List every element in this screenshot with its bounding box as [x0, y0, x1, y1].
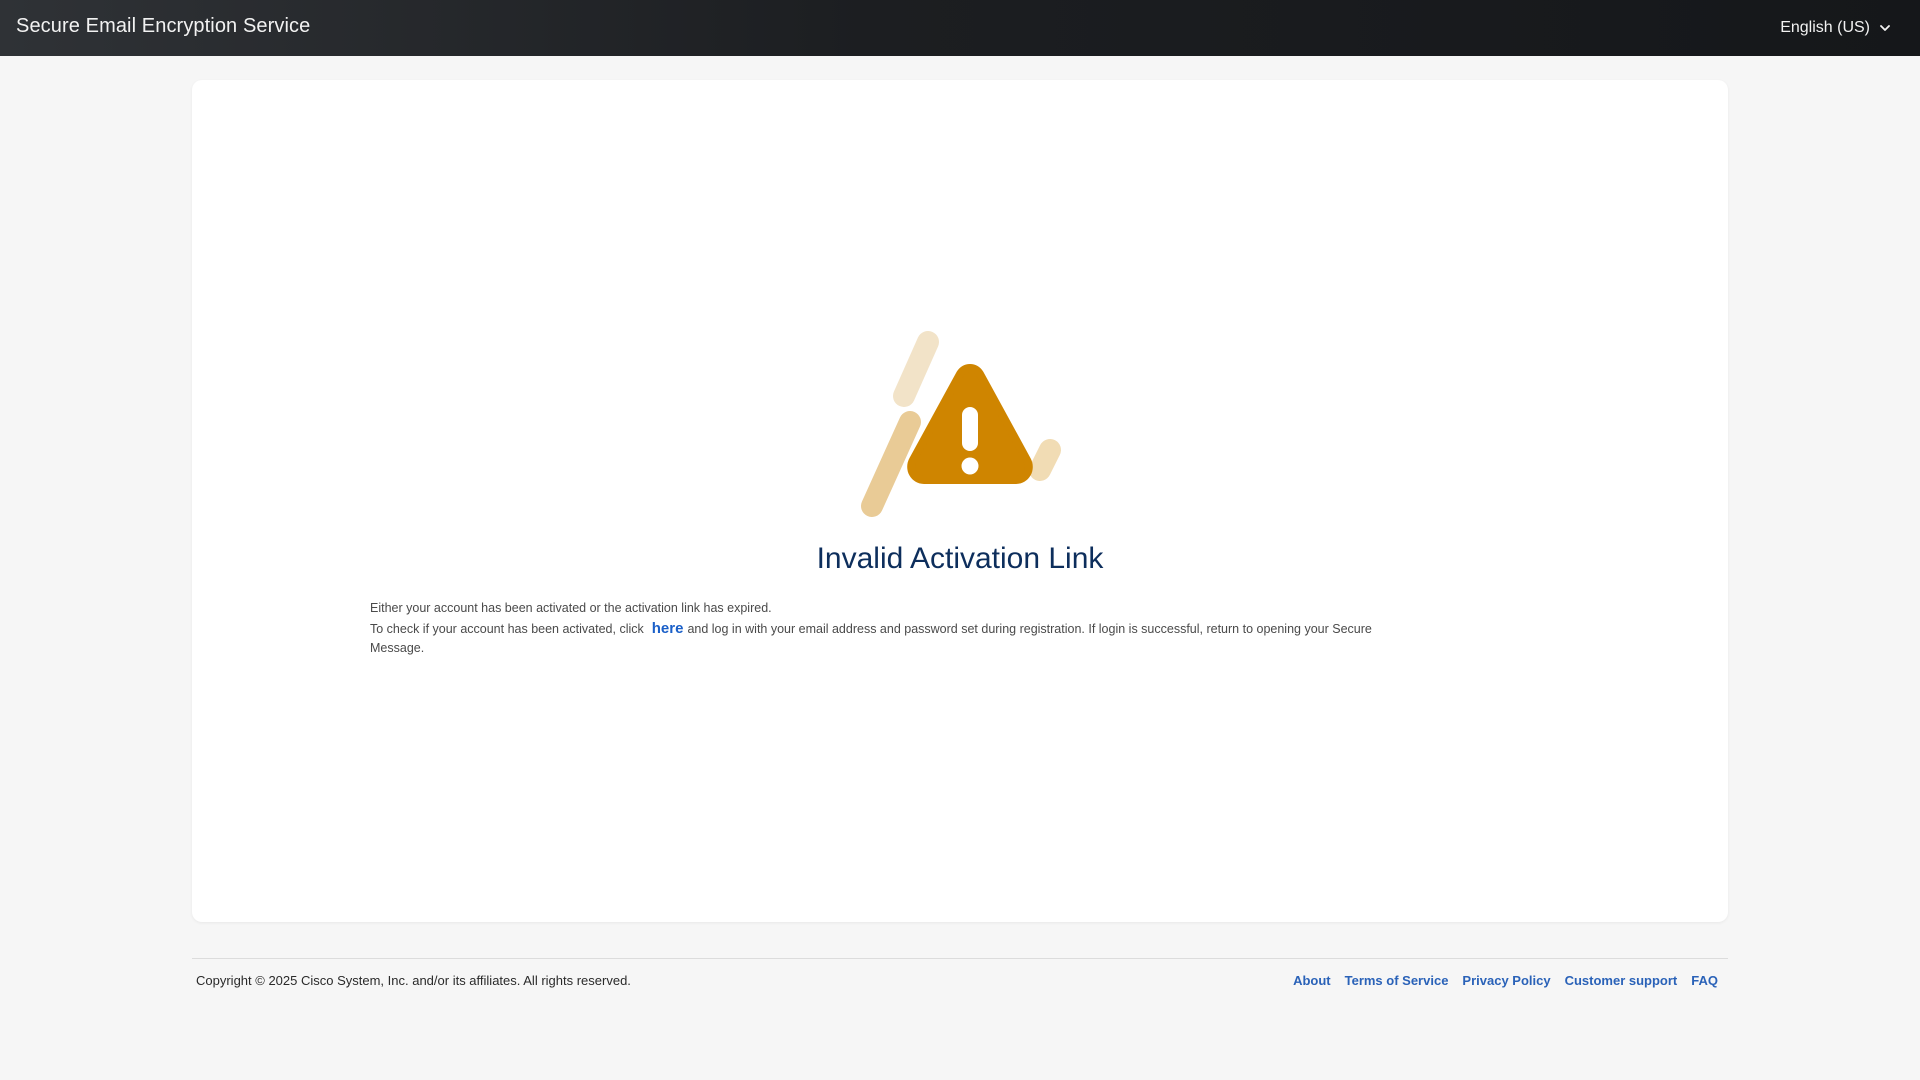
- footer-link-faq[interactable]: FAQ: [1691, 973, 1718, 988]
- message-text-before-link: To check if your account has been activa…: [370, 622, 644, 636]
- error-message: Either your account has been activated o…: [370, 599, 1410, 658]
- warning-triangle-icon: [861, 331, 1061, 517]
- footer-links: About Terms of Service Privacy Policy Cu…: [1293, 973, 1718, 988]
- footer-link-terms-of-service[interactable]: Terms of Service: [1345, 973, 1449, 988]
- here-link[interactable]: here: [652, 620, 684, 637]
- copyright-text: Copyright © 2025 Cisco System, Inc. and/…: [196, 973, 631, 988]
- language-selector-label: English (US): [1780, 19, 1870, 36]
- page-title: Invalid Activation Link: [816, 542, 1104, 575]
- chevron-down-icon: [1880, 24, 1890, 31]
- footer-link-customer-support[interactable]: Customer support: [1565, 973, 1678, 988]
- footer-divider: [192, 958, 1728, 959]
- message-line-1: Either your account has been activated o…: [370, 601, 772, 615]
- message-line-2: To check if your account has been activa…: [370, 619, 1410, 658]
- language-selector[interactable]: English (US): [1780, 19, 1890, 37]
- app-title: Secure Email Encryption Service: [16, 15, 311, 37]
- footer-link-about[interactable]: About: [1293, 973, 1331, 988]
- top-header-bar: Secure Email Encryption Service English …: [0, 0, 1920, 56]
- footer-link-privacy-policy[interactable]: Privacy Policy: [1462, 973, 1550, 988]
